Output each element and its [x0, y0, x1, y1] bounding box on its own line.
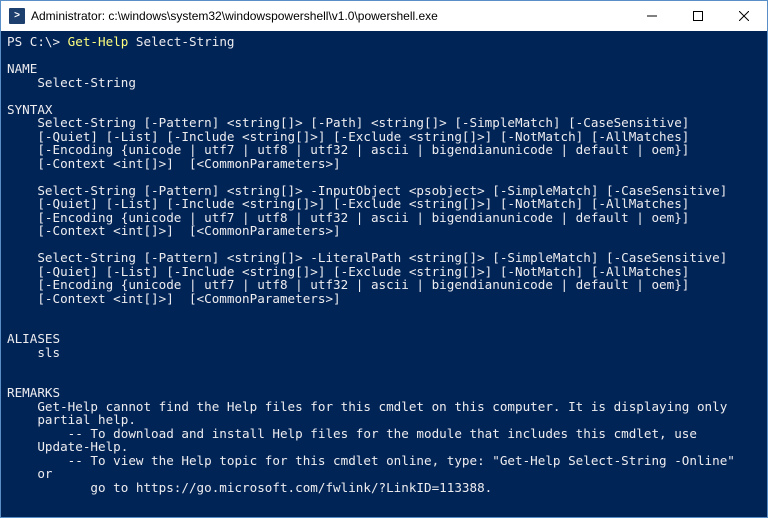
- name-value: Select-String: [7, 75, 136, 90]
- remarks-line: -- To view the Help topic for this cmdle…: [7, 453, 735, 468]
- maximize-icon: [693, 11, 703, 21]
- prompt-line: PS C:\> Get-Help Select-String: [7, 34, 235, 49]
- window-title: Administrator: c:\windows\system32\windo…: [31, 9, 629, 23]
- close-icon: [739, 11, 749, 21]
- minimize-icon: [647, 11, 657, 21]
- syntax-line: [-Context <int[]>] [<CommonParameters>]: [7, 223, 341, 238]
- syntax-line: [-Context <int[]>] [<CommonParameters>]: [7, 156, 341, 171]
- titlebar[interactable]: Administrator: c:\windows\system32\windo…: [1, 1, 767, 31]
- command-argument: Select-String: [128, 34, 234, 49]
- command-cmdlet: Get-Help: [68, 34, 129, 49]
- remarks-line: go to https://go.microsoft.com/fwlink/?L…: [7, 480, 492, 495]
- powershell-window: Administrator: c:\windows\system32\windo…: [0, 0, 768, 518]
- minimize-button[interactable]: [629, 1, 675, 31]
- maximize-button[interactable]: [675, 1, 721, 31]
- prompt-prefix: PS C:\>: [7, 34, 68, 49]
- window-buttons: [629, 1, 767, 31]
- powershell-icon: [9, 8, 25, 24]
- terminal-area[interactable]: PS C:\> Get-Help Select-String NAME Sele…: [1, 31, 767, 517]
- close-button[interactable]: [721, 1, 767, 31]
- syntax-line: [-Context <int[]>] [<CommonParameters>]: [7, 291, 341, 306]
- aliases-value: sls: [7, 345, 60, 360]
